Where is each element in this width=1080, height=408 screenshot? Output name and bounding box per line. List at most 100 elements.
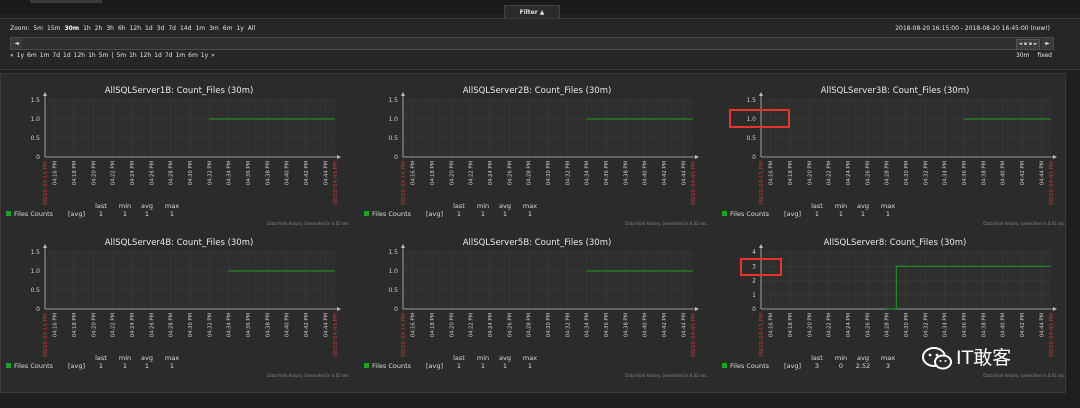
period-nav-item[interactable]: 1h bbox=[88, 52, 96, 59]
x-tick-label: 04:40 PM bbox=[1001, 161, 1007, 185]
legend-header-min: min bbox=[835, 354, 847, 362]
period-nav-item[interactable]: 1h bbox=[129, 52, 137, 59]
period-nav-item[interactable]: 12h bbox=[140, 52, 151, 59]
legend-value-last: 1 bbox=[457, 210, 461, 218]
zoom-option-7d[interactable]: 7d bbox=[168, 25, 176, 32]
x-tick-label: 04:20 PM bbox=[91, 161, 97, 185]
legend-header-avg: avg bbox=[141, 354, 153, 362]
zoom-option-all[interactable]: All bbox=[248, 25, 255, 32]
fixed-toggle[interactable]: fixed bbox=[1037, 52, 1052, 59]
zoom-option-1d[interactable]: 1d bbox=[145, 25, 153, 32]
zoom-option-1y[interactable]: 1y bbox=[236, 25, 243, 32]
legend-value-max: 1 bbox=[170, 210, 174, 218]
period-nav-item[interactable]: « bbox=[10, 52, 14, 59]
legend-series-name: Files Counts bbox=[730, 362, 770, 370]
legend-value-last: 3 bbox=[815, 362, 819, 370]
x-tick-label: 04:36 PM bbox=[962, 161, 968, 185]
legend-header-last: last bbox=[811, 202, 823, 210]
x-tick-label: 04:32 PM bbox=[565, 161, 571, 185]
legend-value-avg: 1 bbox=[861, 210, 865, 218]
x-tick-label: 04:44 PM bbox=[1039, 313, 1045, 337]
zoom-option-2h[interactable]: 2h bbox=[95, 25, 103, 32]
x-tick-label: 04:40 PM bbox=[643, 313, 649, 337]
legend-value-avg: 2.52 bbox=[856, 362, 870, 370]
x-end-label: 08/20 04:45 PM bbox=[333, 313, 339, 357]
graph-allsqlserver4b: AllSQLServer4B: Count_Files (30m) 0 0.5 1.0… bbox=[0, 232, 358, 382]
legend-function: [avg] bbox=[784, 362, 801, 370]
x-end-label: 08/20 04:45 PM bbox=[691, 313, 697, 357]
zoom-option-3d[interactable]: 3d bbox=[157, 25, 165, 32]
x-tick-label: 04:26 PM bbox=[507, 313, 513, 337]
x-tick-label: 04:44 PM bbox=[1039, 161, 1045, 185]
period-nav-item[interactable]: 1m bbox=[175, 52, 185, 59]
wechat-icon: IT敢客 bbox=[922, 347, 1011, 370]
zoom-option-15m[interactable]: 15m bbox=[47, 25, 60, 32]
y-tick-label: 0 bbox=[752, 154, 756, 161]
legend-swatch bbox=[364, 211, 369, 216]
legend-header-max: max bbox=[165, 202, 179, 210]
period-nav-item[interactable]: 7d bbox=[165, 52, 173, 59]
legend-swatch bbox=[6, 363, 11, 368]
y-tick-label: 1.0 bbox=[388, 268, 398, 275]
legend-value-max: 1 bbox=[886, 210, 890, 218]
zoom-option-3h[interactable]: 3h bbox=[106, 25, 114, 32]
period-nav-item[interactable]: 6m bbox=[27, 52, 37, 59]
x-tick-label: 04:38 PM bbox=[623, 161, 629, 185]
zoom-option-3m[interactable]: 3m bbox=[209, 25, 219, 32]
chart-svg: AllSQLServer2B: Count_Files (30m) 0 0.5 1.0… bbox=[364, 86, 708, 226]
legend-swatch bbox=[6, 211, 11, 216]
x-tick-label: 04:24 PM bbox=[846, 161, 852, 185]
legend-value-max: 1 bbox=[170, 362, 174, 370]
period-nav-item[interactable]: 5m bbox=[116, 52, 126, 59]
zoom-option-12h[interactable]: 12h bbox=[130, 25, 141, 32]
x-tick-label: 04:28 PM bbox=[169, 313, 175, 337]
scroll-left-button[interactable]: ◄ bbox=[11, 38, 22, 49]
zoom-option-5m[interactable]: 5m bbox=[33, 25, 43, 32]
y-tick-label: 0.5 bbox=[388, 135, 398, 142]
legend-series-name: Files Counts bbox=[372, 362, 412, 370]
x-start-label: 08/20 04:15 PM bbox=[43, 161, 49, 205]
period-nav-item[interactable]: 1d bbox=[154, 52, 162, 59]
period-nav-item[interactable]: 1y bbox=[201, 52, 208, 59]
period-nav-item[interactable]: 1m bbox=[40, 52, 50, 59]
x-tick-label: 04:24 PM bbox=[846, 313, 852, 337]
x-start-label: 08/20 04:15 PM bbox=[401, 161, 407, 205]
x-tick-label: 04:22 PM bbox=[469, 313, 475, 337]
y-tick-label: 0.5 bbox=[30, 135, 40, 142]
y-axis-arrow bbox=[43, 244, 47, 248]
legend-header-max: max bbox=[523, 354, 537, 362]
x-tick-label: 04:32 PM bbox=[923, 161, 929, 185]
legend-header-min: min bbox=[477, 354, 489, 362]
period-nav-item[interactable]: 5m bbox=[99, 52, 109, 59]
zoom-option-1h[interactable]: 1h bbox=[83, 25, 91, 32]
y-tick-label: 1.0 bbox=[388, 116, 398, 123]
x-tick-label: 04:44 PM bbox=[681, 313, 687, 337]
x-tick-label: 04:42 PM bbox=[304, 161, 310, 185]
zoom-option-1m[interactable]: 1m bbox=[195, 25, 205, 32]
zoom-option-6m[interactable]: 6m bbox=[223, 25, 233, 32]
period-nav-item[interactable]: 1d bbox=[63, 52, 71, 59]
period-nav-item[interactable]: 12h bbox=[74, 52, 85, 59]
x-tick-label: 04:28 PM bbox=[527, 313, 533, 337]
zoom-option-30m[interactable]: 30m bbox=[64, 25, 79, 32]
x-tick-label: 04:20 PM bbox=[807, 313, 813, 337]
legend-header-last: last bbox=[453, 202, 465, 210]
period-mode: 30m fixed bbox=[1010, 52, 1052, 59]
x-start-label: 08/20 04:15 PM bbox=[401, 313, 407, 357]
scroll-right-button[interactable]: ► bbox=[1042, 38, 1053, 49]
legend-value-avg: 1 bbox=[145, 210, 149, 218]
period-nav-item[interactable]: 1y bbox=[17, 52, 24, 59]
zoom-label: Zoom: bbox=[10, 25, 30, 32]
period-nav-item[interactable]: 7d bbox=[52, 52, 60, 59]
x-tick-label: 04:20 PM bbox=[449, 313, 455, 337]
x-tick-label: 04:20 PM bbox=[91, 313, 97, 337]
zoom-option-14d[interactable]: 14d bbox=[180, 25, 191, 32]
zoom-option-6h[interactable]: 6h bbox=[118, 25, 126, 32]
legend-header-min: min bbox=[835, 202, 847, 210]
period-nav-item[interactable]: » bbox=[211, 52, 215, 59]
timeline-scrollbar[interactable]: ◄ ◄ ▪ ▪ ► ► bbox=[10, 37, 1054, 50]
period-nav-item[interactable]: 6m bbox=[188, 52, 198, 59]
scroll-thumb[interactable]: ◄ ▪ ▪ ► bbox=[1016, 39, 1040, 50]
legend-value-max: 1 bbox=[528, 210, 532, 218]
legend-swatch bbox=[722, 211, 727, 216]
